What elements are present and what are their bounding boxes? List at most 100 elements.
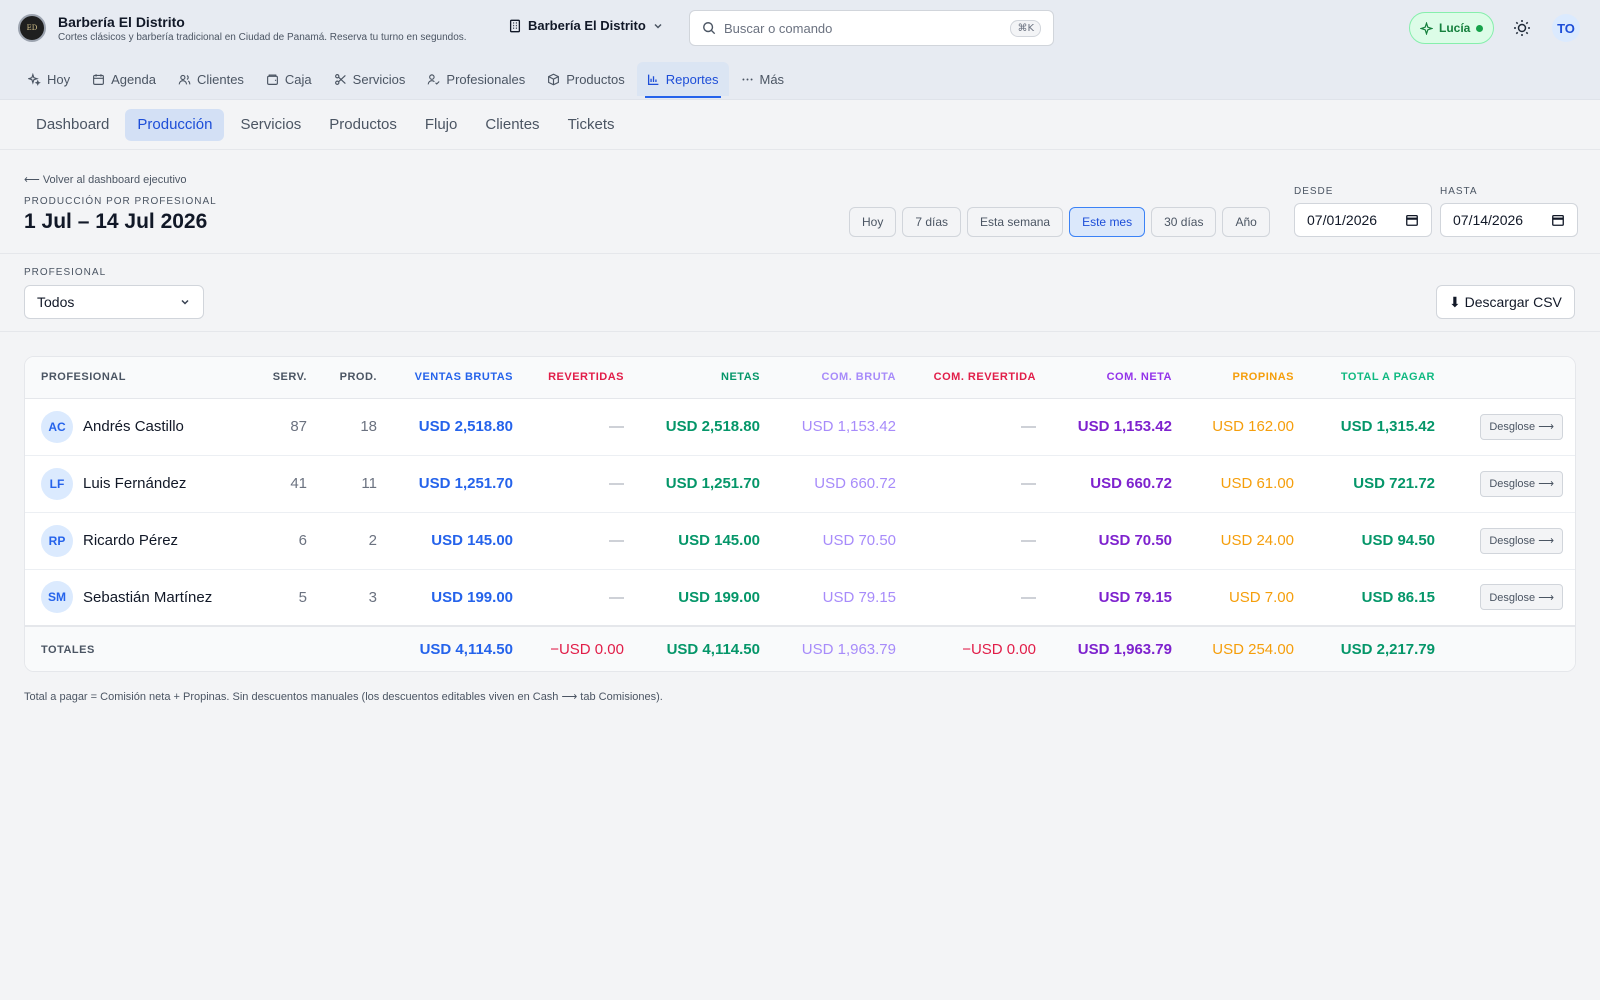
ventas-cell: USD 145.00 [431, 532, 513, 549]
building-icon [509, 19, 521, 32]
col-total-a-pagar[interactable]: TOTAL A PAGAR [1302, 357, 1443, 399]
subtab-productos[interactable]: Productos [317, 109, 409, 141]
avatar: AC [41, 410, 73, 443]
ventas-cell: USD 1,251.70 [418, 475, 513, 492]
range-ano-button[interactable]: Año [1222, 207, 1270, 237]
col-profesional[interactable]: PROFESIONAL [25, 357, 250, 399]
table-row: RP Ricardo Pérez 6 2 USD 145.00 — USD 145… [25, 512, 1575, 569]
com-bruta-cell: USD 1,153.42 [801, 418, 896, 435]
nav-label: Servicios [352, 71, 406, 87]
prod-cell: 2 [368, 532, 377, 549]
theme-toggle-icon[interactable] [1512, 18, 1532, 38]
calendar-icon[interactable] [1405, 213, 1419, 227]
command-search[interactable]: ⌘K [689, 10, 1054, 46]
col-com-revertida[interactable]: COM. REVERTIDA [904, 357, 1044, 399]
branch-label: Barbería El Distrito [528, 18, 646, 33]
subtab-tickets[interactable]: Tickets [556, 109, 627, 141]
professional-cell: AC Andrés Castillo [41, 410, 242, 443]
back-link[interactable]: ⟵ Volver al dashboard ejecutivo [24, 173, 187, 186]
nav-item-agenda[interactable]: Agenda [82, 62, 166, 96]
com-bruta-cell: USD 70.50 [822, 532, 896, 549]
totals-com-bruta: USD 1,963.79 [801, 641, 896, 658]
range-7dias-button[interactable]: 7 días [902, 207, 962, 237]
nav-label: Más [759, 71, 785, 87]
wallet-icon [266, 73, 278, 85]
professional-cell: SM Sebastián Martínez [41, 581, 242, 614]
totals-empty [1443, 626, 1575, 671]
ventas-cell: USD 199.00 [431, 588, 513, 606]
subtab-dashboard[interactable]: Dashboard [24, 109, 121, 141]
nav-item-clientes[interactable]: Clientes [168, 62, 254, 96]
col-propinas[interactable]: PROPINAS [1180, 357, 1302, 399]
nav-item-servicios[interactable]: Servicios [324, 62, 416, 96]
com-revertida-cell: — [1021, 532, 1036, 549]
col-prod[interactable]: PROD. [315, 357, 385, 399]
total-cell: USD 1,315.42 [1340, 418, 1435, 435]
range-hoy-button[interactable]: Hoy [849, 207, 897, 237]
from-date-field[interactable]: 07/01/2026 [1294, 203, 1432, 237]
serv-cell: 41 [290, 475, 307, 492]
nav-item-mas[interactable]: Más [731, 62, 795, 96]
scissors-icon [334, 73, 346, 85]
chevron-down-icon [181, 299, 189, 305]
assistant-button[interactable]: Lucía [1409, 12, 1495, 44]
divider [0, 253, 1600, 254]
users-icon [178, 74, 191, 84]
branch-selector[interactable]: Barbería El Distrito [508, 18, 664, 33]
totals-com-revertida: −USD 0.00 [962, 641, 1036, 658]
subtab-servicios[interactable]: Servicios [228, 109, 313, 141]
search-input[interactable] [724, 20, 1003, 36]
nav-item-caja[interactable]: Caja [256, 62, 322, 96]
serv-cell: 87 [290, 418, 307, 435]
subtab-produccion[interactable]: Producción [125, 108, 225, 141]
user-check-icon [428, 73, 441, 85]
desglose-button[interactable]: Desglose ⟶ [1480, 584, 1563, 611]
propinas-cell: USD 162.00 [1212, 418, 1294, 435]
col-netas[interactable]: NETAS [632, 357, 768, 399]
footnote: Total a pagar = Comisión neta + Propinas… [24, 691, 663, 703]
col-com-neta[interactable]: COM. NETA [1044, 357, 1180, 399]
nav-label: Hoy [47, 71, 71, 87]
professional-select[interactable]: Todos [24, 285, 204, 319]
range-mes-button[interactable]: Este mes [1069, 207, 1146, 237]
com-neta-cell: USD 1,153.42 [1077, 418, 1172, 435]
calendar-icon[interactable] [1551, 213, 1565, 227]
serv-cell: 5 [298, 588, 307, 606]
nav-item-hoy[interactable]: Hoy [18, 62, 80, 96]
from-label: DESDE [1294, 186, 1334, 197]
col-revertidas[interactable]: REVERTIDAS [521, 357, 632, 399]
to-date-field[interactable]: 07/14/2026 [1440, 203, 1578, 237]
desglose-button[interactable]: Desglose ⟶ [1480, 413, 1563, 440]
subtab-clientes[interactable]: Clientes [473, 109, 551, 141]
chevron-down-icon [654, 23, 662, 29]
nav-item-productos[interactable]: Productos [537, 62, 635, 96]
professional-filter-label: PROFESIONAL [24, 267, 107, 278]
subtab-flujo[interactable]: Flujo [413, 109, 470, 141]
nav-item-profesionales[interactable]: Profesionales [417, 62, 535, 96]
to-date-value: 07/14/2026 [1453, 212, 1524, 228]
report-kicker: PRODUCCIÓN POR PROFESIONAL [24, 196, 217, 207]
nav-item-reportes[interactable]: Reportes [636, 62, 729, 98]
nav-label: Reportes [665, 71, 719, 87]
totals-revertidas: −USD 0.00 [550, 641, 624, 658]
revertidas-cell: — [609, 418, 624, 435]
col-ventas-brutas[interactable]: VENTAS BRUTAS [385, 357, 521, 399]
range-30dias-button[interactable]: 30 días [1151, 207, 1217, 237]
netas-cell: USD 2,518.80 [665, 418, 760, 435]
desglose-button[interactable]: Desglose ⟶ [1480, 527, 1563, 554]
netas-cell: USD 145.00 [678, 532, 760, 549]
table-row: AC Andrés Castillo 87 18 USD 2,518.80 — U… [25, 398, 1575, 455]
com-neta-cell: USD 79.15 [1098, 588, 1172, 606]
netas-cell: USD 199.00 [678, 588, 760, 606]
col-com-bruta[interactable]: COM. BRUTA [768, 357, 904, 399]
user-avatar[interactable]: TO [1552, 14, 1580, 42]
box-icon [548, 73, 560, 85]
top-header: ED Barbería El Distrito Cortes clásicos … [0, 0, 1600, 100]
range-semana-button[interactable]: Esta semana [967, 207, 1064, 237]
col-serv[interactable]: SERV. [250, 357, 315, 399]
report-subtabs: Dashboard Producción Servicios Productos… [0, 100, 1600, 150]
brand-logo[interactable]: ED [18, 14, 46, 42]
production-table: PROFESIONAL SERV. PROD. VENTAS BRUTAS RE… [24, 356, 1576, 672]
desglose-button[interactable]: Desglose ⟶ [1480, 470, 1563, 497]
download-csv-button[interactable]: ⬇ Descargar CSV [1436, 285, 1575, 319]
